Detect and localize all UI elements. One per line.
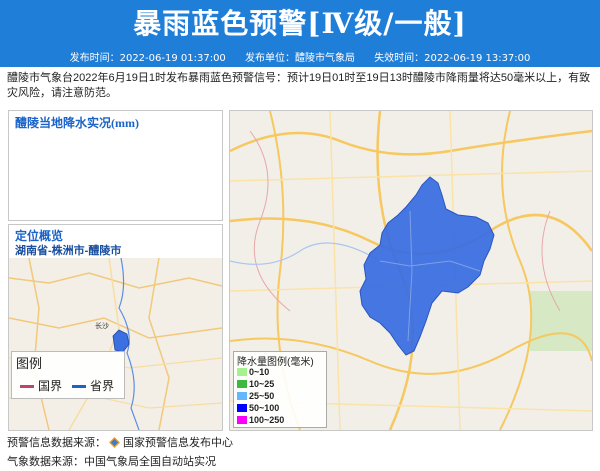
rainfall-legend-title: 降水量图例(毫米) [237, 357, 314, 368]
national-border-swatch [20, 385, 34, 389]
rainfall-legend-item: 100~250 [237, 415, 284, 426]
rainfall-observation-panel: 醴陵当地降水实况(mm) [8, 110, 223, 221]
rainfall-legend-item: 10~25 [237, 379, 274, 390]
location-overview-map[interactable]: 长沙 [9, 258, 222, 430]
rainfall-legend: 降水量图例(毫米) 0~10 10~25 25~50 50~100 100~25… [233, 351, 327, 428]
weather-source-line: 气象数据来源：中国气象局全国自动站实况 [7, 456, 216, 468]
rainfall-legend-item: 0~10 [237, 367, 269, 378]
location-map-legend: 图例 国界 省界 [11, 351, 125, 399]
warning-source-line: 预警信息数据来源： 国家预警信息发布中心 [7, 437, 233, 449]
warning-meta-bar: 发布时间：2022-06-19 01:37:00 发布单位：醴陵市气象局 失效时… [0, 51, 600, 67]
warning-title: 暴雨蓝色预警[Ⅳ级/一般] [133, 7, 467, 40]
publisher: 发布单位：醴陵市气象局 [245, 53, 355, 64]
warning-center-logo-icon [109, 437, 120, 448]
warning-notice-text: 醴陵市气象台2022年6月19日1时发布暴雨蓝色预警信号：预计19日01时至19… [7, 72, 591, 99]
location-region: 湖南省-株洲市-醴陵市 [15, 245, 122, 257]
publish-time: 发布时间：2022-06-19 01:37:00 [69, 53, 226, 64]
location-overview-panel: 定位概览 湖南省-株洲市-醴陵市 长沙 图例 国界 省界 [8, 224, 223, 431]
legend-provincial: 省界 [72, 377, 114, 394]
legend-national: 国界 [20, 377, 62, 394]
rainfall-legend-item: 25~50 [237, 391, 274, 402]
expire-time: 失效时间：2022-06-19 13:37:00 [374, 53, 531, 64]
legend-title: 图例 [16, 356, 43, 371]
warning-header: 暴雨蓝色预警[Ⅳ级/一般] [0, 0, 600, 51]
warning-area-map[interactable]: 降水量图例(毫米) 0~10 10~25 25~50 50~100 100~25… [229, 110, 593, 431]
rainfall-legend-item: 50~100 [237, 403, 279, 414]
map-city-label: 长沙 [95, 321, 109, 330]
rainfall-panel-title: 醴陵当地降水实况(mm) [15, 116, 139, 130]
provincial-border-swatch [72, 385, 86, 389]
